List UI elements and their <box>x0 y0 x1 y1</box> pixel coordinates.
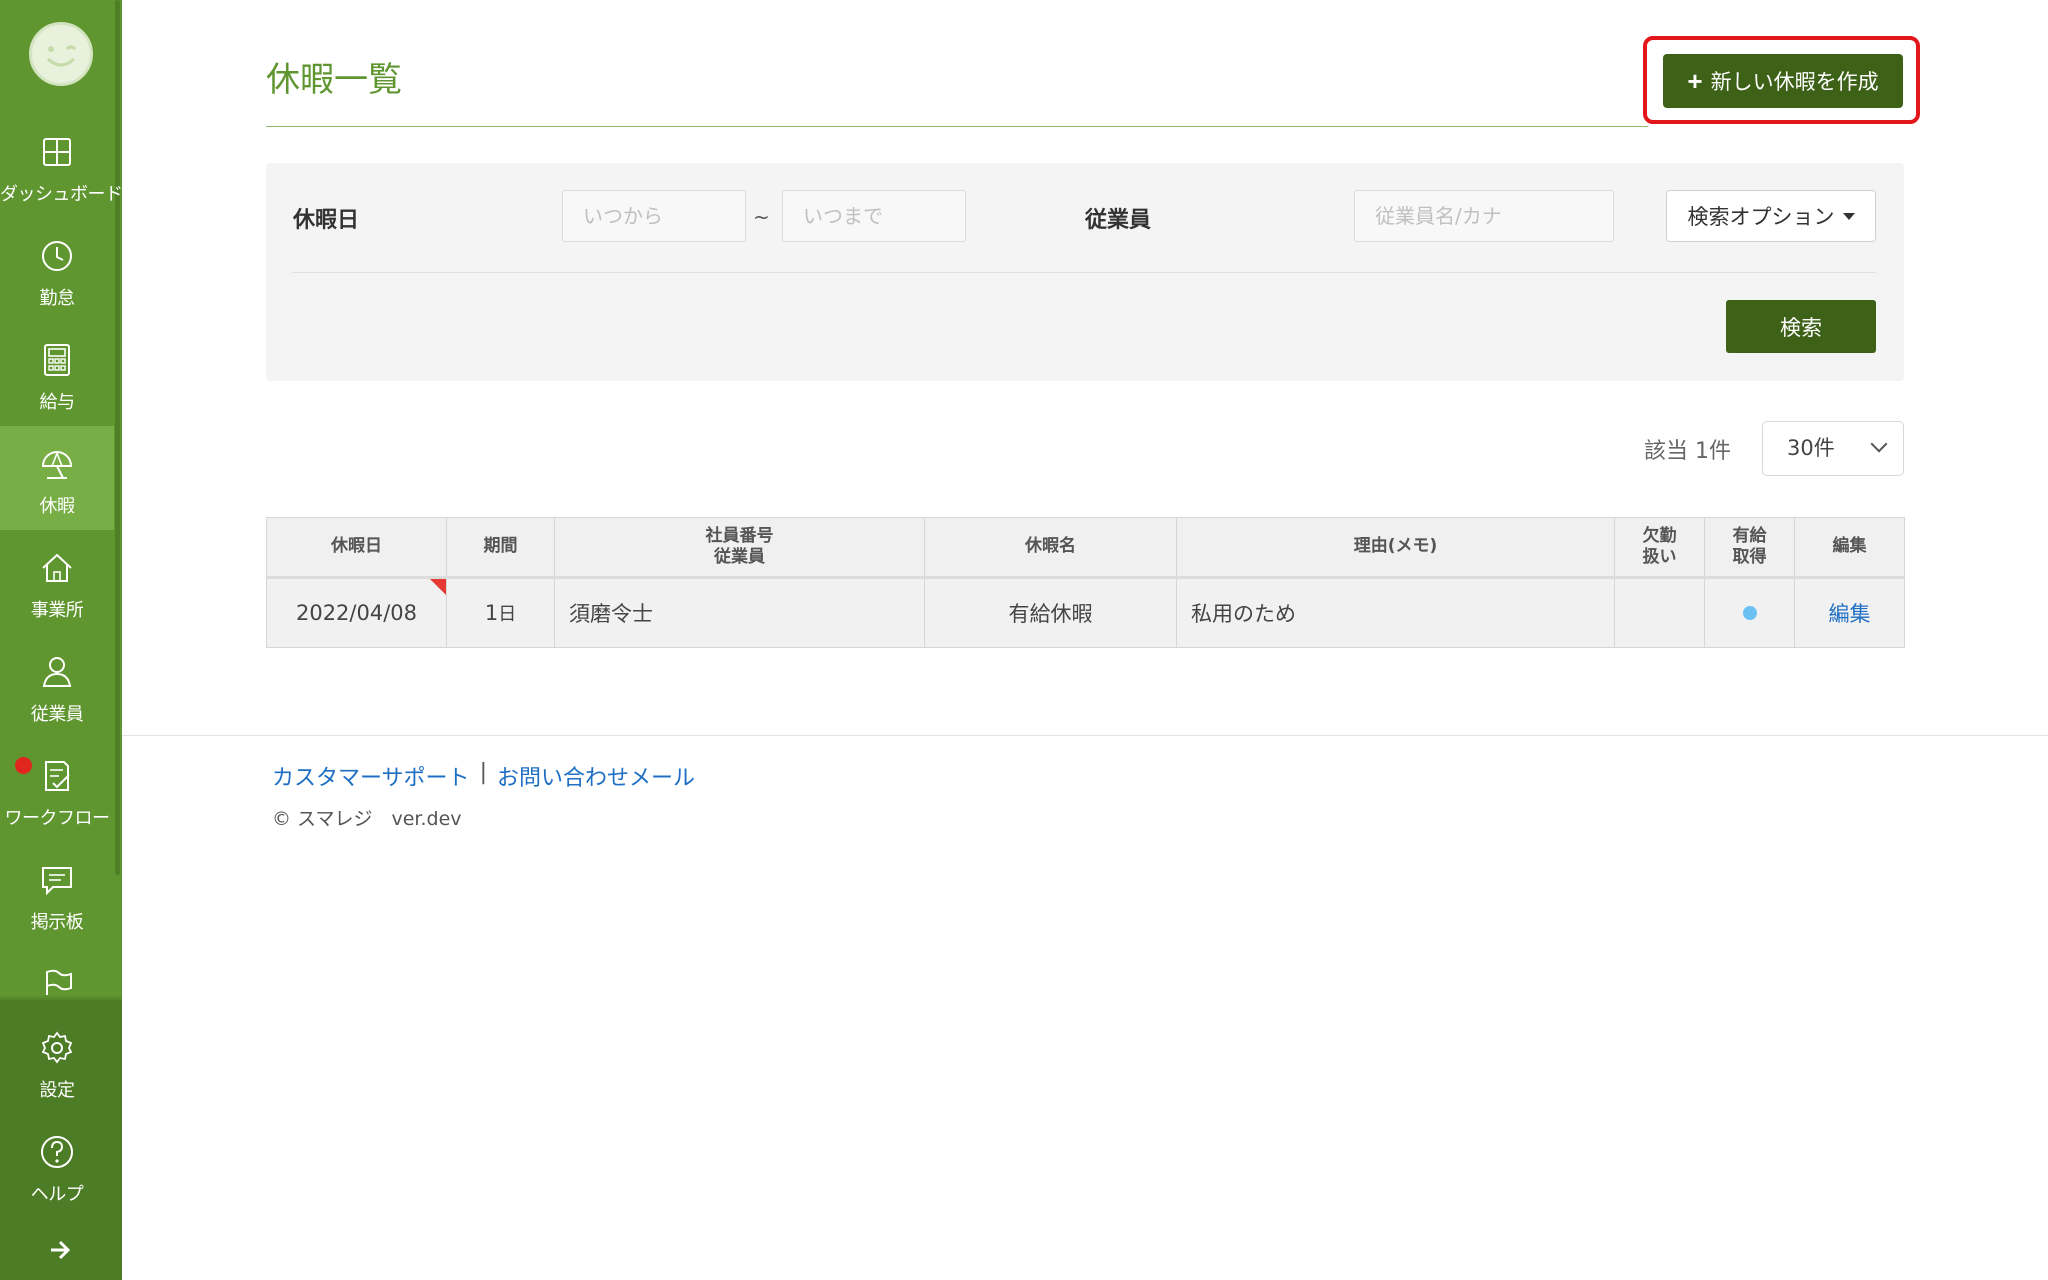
sidebar-item-label: 設定 <box>39 1080 76 1101</box>
footer-separator: | <box>479 760 487 785</box>
col-header-paid-line2: 取得 <box>1732 547 1767 567</box>
sidebar-item-workflow[interactable]: ワークフロー <box>0 738 114 842</box>
col-header-paid[interactable]: 有給 取得 <box>1704 517 1795 579</box>
title-divider <box>266 126 1648 127</box>
sidebar-item-label: 掲示板 <box>30 912 84 933</box>
sidebar-item-label: 従業員 <box>30 704 84 725</box>
sidebar-item-settings[interactable]: 設定 <box>0 1010 114 1114</box>
sidebar-item-label: 事業所 <box>30 600 84 621</box>
col-header-edit: 編集 <box>1794 517 1905 579</box>
chevron-down-icon <box>1870 435 1888 453</box>
cell-edit: 編集 <box>1794 577 1905 648</box>
create-leave-label: 新しい休暇を作成 <box>1710 71 1879 94</box>
cell-date: 2022/04/08 <box>266 577 447 648</box>
cell-period-value: 1 <box>484 601 499 625</box>
date-from-input[interactable]: いつから <box>562 190 746 242</box>
cell-date-value: 2022/04/08 <box>295 601 418 625</box>
sidebar-item-label: ヘルプ <box>30 1184 84 1205</box>
calculator-icon <box>44 344 70 376</box>
filter-divider <box>292 272 1876 273</box>
sidebar-item-label: ワークフロー <box>4 808 111 829</box>
sidebar-scrollbar[interactable] <box>115 0 120 875</box>
cell-absence <box>1614 577 1705 648</box>
cell-period-unit: 日 <box>498 604 517 625</box>
sidebar-item-offices[interactable]: 事業所 <box>0 530 114 634</box>
table-row[interactable]: 2022/04/08 1日 須磨令士 有給休暇 私用のため 編集 <box>266 577 1905 648</box>
per-page-value: 30件 <box>1787 436 1835 460</box>
logo-icon[interactable] <box>29 22 93 86</box>
sidebar-item-label: 給与 <box>39 392 76 413</box>
sidebar-item-board[interactable]: 掲示板 <box>0 842 114 946</box>
col-header-absence[interactable]: 欠勤 扱い <box>1614 517 1705 579</box>
table-header-row: 休暇日 期間 社員番号 従業員 休暇名 理由(メモ) 欠勤 扱い 有給 取得 編… <box>266 517 1905 579</box>
sidebar-item-help[interactable]: ヘルプ <box>0 1114 114 1218</box>
date-to-input[interactable]: いつまで <box>782 190 966 242</box>
cell-period: 1日 <box>446 577 555 648</box>
result-count: 該当 1件 <box>1644 439 1731 464</box>
search-options-label: 検索オプション <box>1687 205 1835 229</box>
edit-link[interactable]: 編集 <box>1829 602 1871 626</box>
customer-support-link[interactable]: カスタマーサポート <box>272 760 470 792</box>
search-options-dropdown[interactable]: 検索オプション <box>1666 190 1876 242</box>
cell-type: 有給休暇 <box>924 577 1177 648</box>
cell-paid <box>1704 577 1795 648</box>
gear-icon <box>41 1031 73 1064</box>
dashboard-icon <box>43 138 71 166</box>
paid-indicator-icon <box>1742 606 1757 620</box>
col-header-emp-name: 従業員 <box>714 547 765 567</box>
footer-divider <box>122 735 2048 736</box>
caret-down-icon <box>1842 212 1855 220</box>
employee-label: 従業員 <box>1085 208 1152 233</box>
footer-links: カスタマーサポート | お問い合わせメール <box>272 760 695 792</box>
col-header-emp-no: 社員番号 <box>705 525 774 546</box>
col-header-paid-line1: 有給 <box>1732 525 1767 546</box>
sidebar-item-label: 勤怠 <box>39 288 76 309</box>
col-header-absence-line2: 扱い <box>1642 547 1677 567</box>
chat-icon <box>42 867 72 896</box>
col-header-date[interactable]: 休暇日 <box>266 517 447 579</box>
expand-sidebar-icon[interactable] <box>48 1238 72 1262</box>
sidebar: ダッシュボード 勤怠 給与 休暇 事業所 従業員 ワークフロー 掲示板 設定 ヘ… <box>0 0 123 1280</box>
col-header-absence-line1: 欠勤 <box>1642 525 1677 546</box>
search-button[interactable]: 検索 <box>1726 300 1876 353</box>
leave-table: 休暇日 期間 社員番号 従業員 休暇名 理由(メモ) 欠勤 扱い 有給 取得 編… <box>266 517 1905 648</box>
flag-corner-icon <box>430 579 446 595</box>
col-header-reason[interactable]: 理由(メモ) <box>1176 517 1615 579</box>
copyright: © スマレジ ver.dev <box>272 808 462 830</box>
sidebar-item-employees[interactable]: 従業員 <box>0 634 114 738</box>
sidebar-item-label: ダッシュボード <box>0 184 123 205</box>
contact-mail-link[interactable]: お問い合わせメール <box>497 760 695 792</box>
per-page-select[interactable]: 30件 <box>1762 421 1904 476</box>
page-title: 休暇一覧 <box>266 60 402 100</box>
plus-icon: + <box>1687 66 1703 96</box>
home-icon <box>42 553 72 582</box>
cell-reason: 私用のため <box>1176 577 1615 648</box>
cell-employee: 須磨令士 <box>554 577 925 648</box>
col-header-employee[interactable]: 社員番号 従業員 <box>554 517 925 579</box>
leave-date-label: 休暇日 <box>293 208 360 233</box>
sidebar-item-label: 休暇 <box>39 496 76 517</box>
employee-search-input[interactable]: 従業員名/カナ <box>1354 190 1614 242</box>
person-icon <box>42 657 72 687</box>
help-icon <box>41 1136 73 1168</box>
col-header-type[interactable]: 休暇名 <box>924 517 1177 579</box>
umbrella-icon <box>41 451 73 479</box>
col-header-period[interactable]: 期間 <box>446 517 555 579</box>
clock-icon <box>42 241 72 271</box>
create-leave-button[interactable]: + 新しい休暇を作成 <box>1663 54 1903 108</box>
sidebar-item-attendance[interactable]: 勤怠 <box>0 218 114 322</box>
sidebar-item-dashboard[interactable]: ダッシュボード <box>0 114 123 218</box>
sidebar-item-leave[interactable]: 休暇 <box>0 426 114 530</box>
sidebar-item-flag[interactable] <box>0 946 114 1000</box>
checklist-icon <box>45 761 70 791</box>
sidebar-item-payroll[interactable]: 給与 <box>0 322 114 426</box>
range-separator: ~ <box>753 205 770 229</box>
